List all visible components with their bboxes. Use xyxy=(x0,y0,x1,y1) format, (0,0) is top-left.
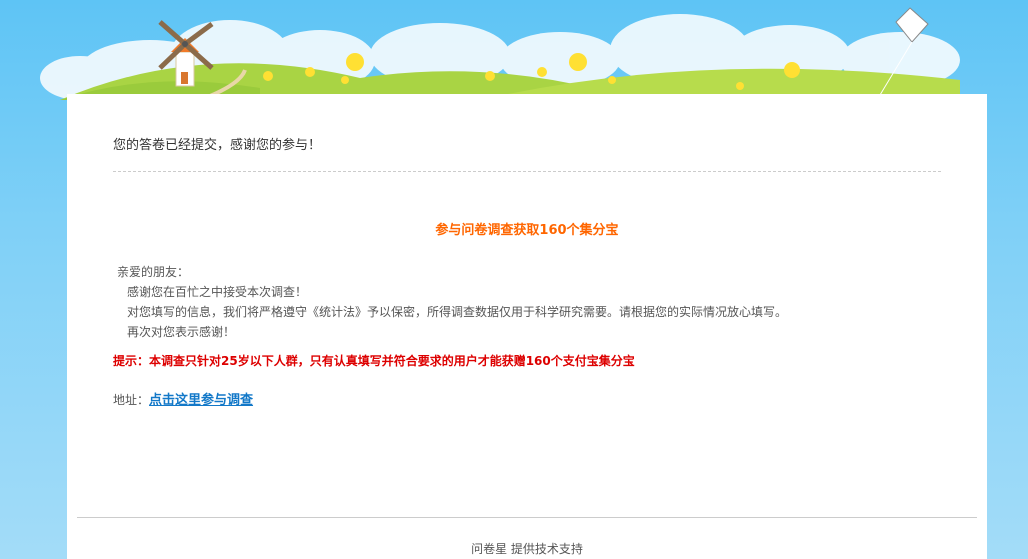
footer-text: 提供技术支持 xyxy=(507,542,583,556)
survey-link[interactable]: 点击这里参与调查 xyxy=(149,393,253,408)
letter-line: 对您填写的信息，我们将严格遵守《统计法》予以保密，所得调查数据仅用于科学研究需要… xyxy=(127,305,788,319)
submission-confirmation: 您的答卷已经提交，感谢您的参与！ xyxy=(113,138,322,153)
letter-line: 再次对您表示感谢！ xyxy=(127,325,236,339)
letter-body: 亲爱的朋友： 感谢您在百忙之中接受本次调查！ 对您填写的信息，我们将严格遵守《统… xyxy=(117,262,787,342)
footer: 问卷星 提供技术支持 xyxy=(67,540,987,557)
footer-brand[interactable]: 问卷星 xyxy=(471,542,507,556)
address-label: 地址： xyxy=(113,393,150,407)
content-card: 您的答卷已经提交，感谢您的参与！ 参与问卷调查获取160个集分宝 亲爱的朋友： … xyxy=(67,94,987,559)
promo-title: 参与问卷调查获取160个集分宝 xyxy=(435,223,619,238)
footer-divider xyxy=(77,517,977,518)
address-row: 地址：点击这里参与调查 xyxy=(113,389,253,408)
header-banner xyxy=(0,0,1028,100)
survey-tip: 提示：本调查只针对25岁以下人群，只有认真填写并符合要求的用户才能获赠160个支… xyxy=(113,354,635,368)
letter-line: 感谢您在百忙之中接受本次调查！ xyxy=(127,285,308,299)
letter-greeting: 亲爱的朋友： xyxy=(117,265,190,279)
divider xyxy=(113,171,941,172)
